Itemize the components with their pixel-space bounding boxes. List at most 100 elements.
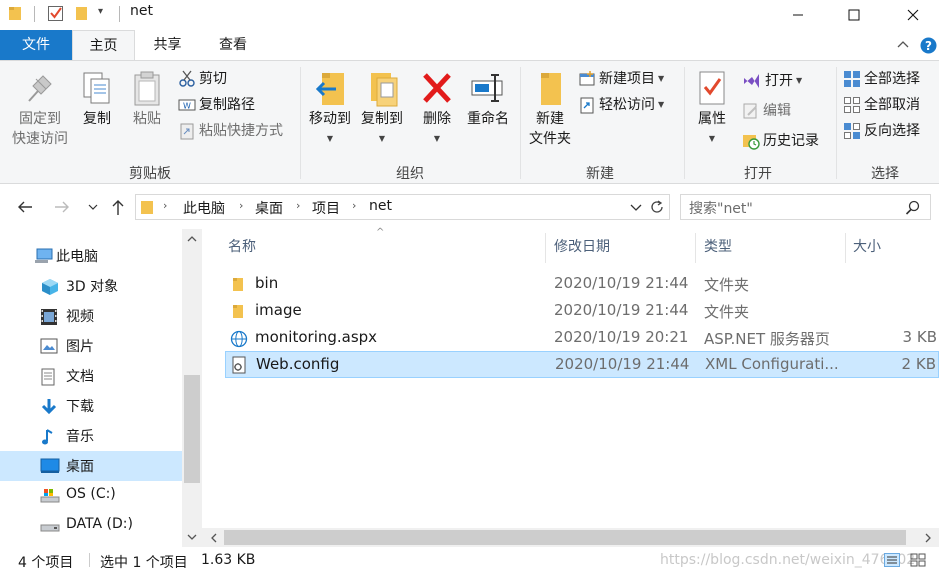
tab-view[interactable]: 查看 bbox=[200, 30, 266, 60]
file-row[interactable]: Web.config 2020/10/19 21:44 XML Configur… bbox=[225, 351, 939, 378]
breadcrumb-desktop[interactable]: 桌面 bbox=[255, 198, 283, 218]
nav-item-music[interactable]: 音乐 bbox=[0, 421, 182, 451]
scroll-up-icon[interactable] bbox=[187, 235, 197, 243]
copy-button[interactable]: 复制 bbox=[76, 69, 118, 129]
open-group-label: 打开 bbox=[744, 166, 772, 182]
horizontal-scrollbar[interactable] bbox=[202, 528, 939, 547]
nav-item-documents[interactable]: 文档 bbox=[0, 361, 182, 391]
aspx-icon bbox=[230, 330, 248, 348]
horizontal-scroll-thumb[interactable] bbox=[224, 530, 906, 545]
new-folder-button[interactable]: 新建 文件夹 bbox=[524, 69, 576, 149]
cut-button[interactable]: 剪切 bbox=[178, 69, 227, 89]
properties-checkbox-icon[interactable] bbox=[47, 4, 65, 22]
select-none-label: 全部取消 bbox=[864, 97, 920, 113]
large-icons-view-icon[interactable] bbox=[910, 553, 926, 567]
minimize-button[interactable] bbox=[775, 0, 821, 30]
pin-quick-access-button[interactable]: 固定到 快速访问 bbox=[8, 73, 72, 149]
divider[interactable] bbox=[845, 233, 846, 263]
nav-label: DATA (D:) bbox=[66, 516, 133, 532]
column-header-date[interactable]: 修改日期 bbox=[554, 236, 610, 256]
nav-scrollbar[interactable] bbox=[182, 229, 202, 547]
column-header-name[interactable]: 名称 bbox=[228, 236, 256, 256]
new-group-label: 新建 bbox=[586, 166, 614, 182]
nav-label: 图片 bbox=[66, 339, 94, 355]
customize-quick-access-icon[interactable]: ▾ bbox=[98, 6, 103, 17]
breadcrumb-chevron-icon[interactable]: › bbox=[296, 199, 300, 212]
nav-item-this-pc[interactable]: 此电脑 bbox=[0, 241, 182, 271]
divider[interactable] bbox=[545, 233, 546, 263]
search-placeholder: 搜索"net" bbox=[689, 201, 753, 217]
new-item-label: 新建项目 bbox=[599, 71, 655, 87]
address-bar[interactable]: › 此电脑 › 桌面 › 项目 › net bbox=[135, 194, 670, 220]
refresh-icon[interactable] bbox=[649, 199, 665, 215]
search-icon[interactable] bbox=[905, 200, 920, 215]
recent-locations-icon[interactable] bbox=[87, 202, 99, 212]
move-to-button[interactable]: 移动到 ▼ bbox=[304, 69, 356, 149]
nav-item-3d-objects[interactable]: 3D 对象 bbox=[0, 271, 182, 301]
edit-label: 编辑 bbox=[763, 103, 791, 119]
paste-shortcut-button[interactable]: 粘贴快捷方式 bbox=[178, 121, 283, 141]
open-button[interactable]: 打开 ▼ bbox=[742, 71, 802, 91]
invert-selection-label: 反向选择 bbox=[864, 123, 920, 139]
forward-button[interactable] bbox=[53, 199, 71, 215]
scroll-down-icon[interactable] bbox=[187, 533, 197, 541]
properties-button[interactable]: 属性 ▼ bbox=[690, 69, 734, 149]
nav-scroll-thumb[interactable] bbox=[184, 375, 200, 483]
file-row[interactable]: monitoring.aspx 2020/10/19 20:21 ASP.NET… bbox=[225, 325, 939, 352]
breadcrumb-project[interactable]: 项目 bbox=[312, 198, 340, 218]
search-input[interactable]: 搜索"net" bbox=[680, 194, 931, 220]
back-button[interactable] bbox=[16, 199, 34, 215]
divider[interactable] bbox=[695, 233, 696, 263]
select-all-button[interactable]: 全部选择 bbox=[843, 69, 920, 89]
delete-button[interactable]: 删除 ▼ bbox=[418, 69, 456, 149]
breadcrumb-chevron-icon[interactable]: › bbox=[352, 199, 356, 212]
nav-item-data-d[interactable]: DATA (D:) bbox=[0, 511, 182, 541]
ribbon-tabs: 文件 主页 共享 查看 ? bbox=[0, 30, 939, 61]
copy-to-button[interactable]: 复制到 ▼ bbox=[356, 69, 408, 149]
paste-button[interactable]: 粘贴 bbox=[125, 69, 169, 129]
edit-button[interactable]: 编辑 bbox=[742, 101, 791, 121]
breadcrumb-this-pc[interactable]: 此电脑 bbox=[183, 198, 225, 218]
invert-selection-button[interactable]: 反向选择 bbox=[843, 121, 920, 141]
easy-access-icon bbox=[580, 97, 594, 114]
nav-item-downloads[interactable]: 下载 bbox=[0, 391, 182, 421]
maximize-button[interactable] bbox=[831, 0, 877, 30]
details-view-icon[interactable] bbox=[884, 553, 900, 567]
copy-path-button[interactable]: W 复制路径 bbox=[178, 95, 255, 115]
pc-icon bbox=[34, 248, 54, 264]
tab-share[interactable]: 共享 bbox=[135, 30, 200, 60]
select-all-icon bbox=[844, 71, 860, 87]
nav-item-pictures[interactable]: 图片 bbox=[0, 331, 182, 361]
svg-text:?: ? bbox=[925, 39, 932, 53]
file-date: 2020/10/19 21:44 bbox=[554, 301, 689, 319]
help-icon[interactable]: ? bbox=[920, 37, 937, 54]
easy-access-button[interactable]: 轻松访问 ▼ bbox=[578, 95, 664, 115]
column-header-size[interactable]: 大小 bbox=[853, 236, 881, 256]
address-dropdown-icon[interactable] bbox=[630, 203, 642, 213]
nav-item-desktop[interactable]: 桌面 bbox=[0, 451, 182, 481]
documents-icon bbox=[40, 368, 56, 386]
up-button[interactable] bbox=[110, 198, 126, 216]
new-folder-quick-icon[interactable] bbox=[75, 4, 89, 22]
collapse-ribbon-icon[interactable] bbox=[897, 39, 909, 49]
file-name: Web.config bbox=[256, 355, 340, 373]
tab-home[interactable]: 主页 bbox=[72, 30, 135, 61]
download-icon bbox=[40, 398, 58, 416]
breadcrumb-net[interactable]: net bbox=[369, 198, 392, 214]
breadcrumb-chevron-icon[interactable]: › bbox=[239, 199, 243, 212]
new-item-button[interactable]: 新建项目 ▼ bbox=[578, 69, 664, 89]
history-button[interactable]: 历史记录 bbox=[742, 131, 819, 151]
tab-file[interactable]: 文件 bbox=[0, 30, 72, 60]
select-none-button[interactable]: 全部取消 bbox=[843, 95, 920, 115]
column-header-type[interactable]: 类型 bbox=[704, 236, 732, 256]
file-row[interactable]: bin 2020/10/19 21:44 文件夹 bbox=[225, 271, 939, 298]
nav-label: 3D 对象 bbox=[66, 279, 119, 295]
scroll-left-icon[interactable] bbox=[210, 533, 218, 543]
scroll-right-icon[interactable] bbox=[924, 533, 932, 543]
rename-button[interactable]: 重命名 bbox=[462, 69, 514, 129]
breadcrumb-chevron-icon[interactable]: › bbox=[163, 199, 167, 212]
file-row[interactable]: image 2020/10/19 21:44 文件夹 bbox=[225, 298, 939, 325]
close-button[interactable] bbox=[890, 0, 936, 30]
nav-item-video[interactable]: 视频 bbox=[0, 301, 182, 331]
nav-item-os-c[interactable]: OS (C:) bbox=[0, 481, 182, 511]
